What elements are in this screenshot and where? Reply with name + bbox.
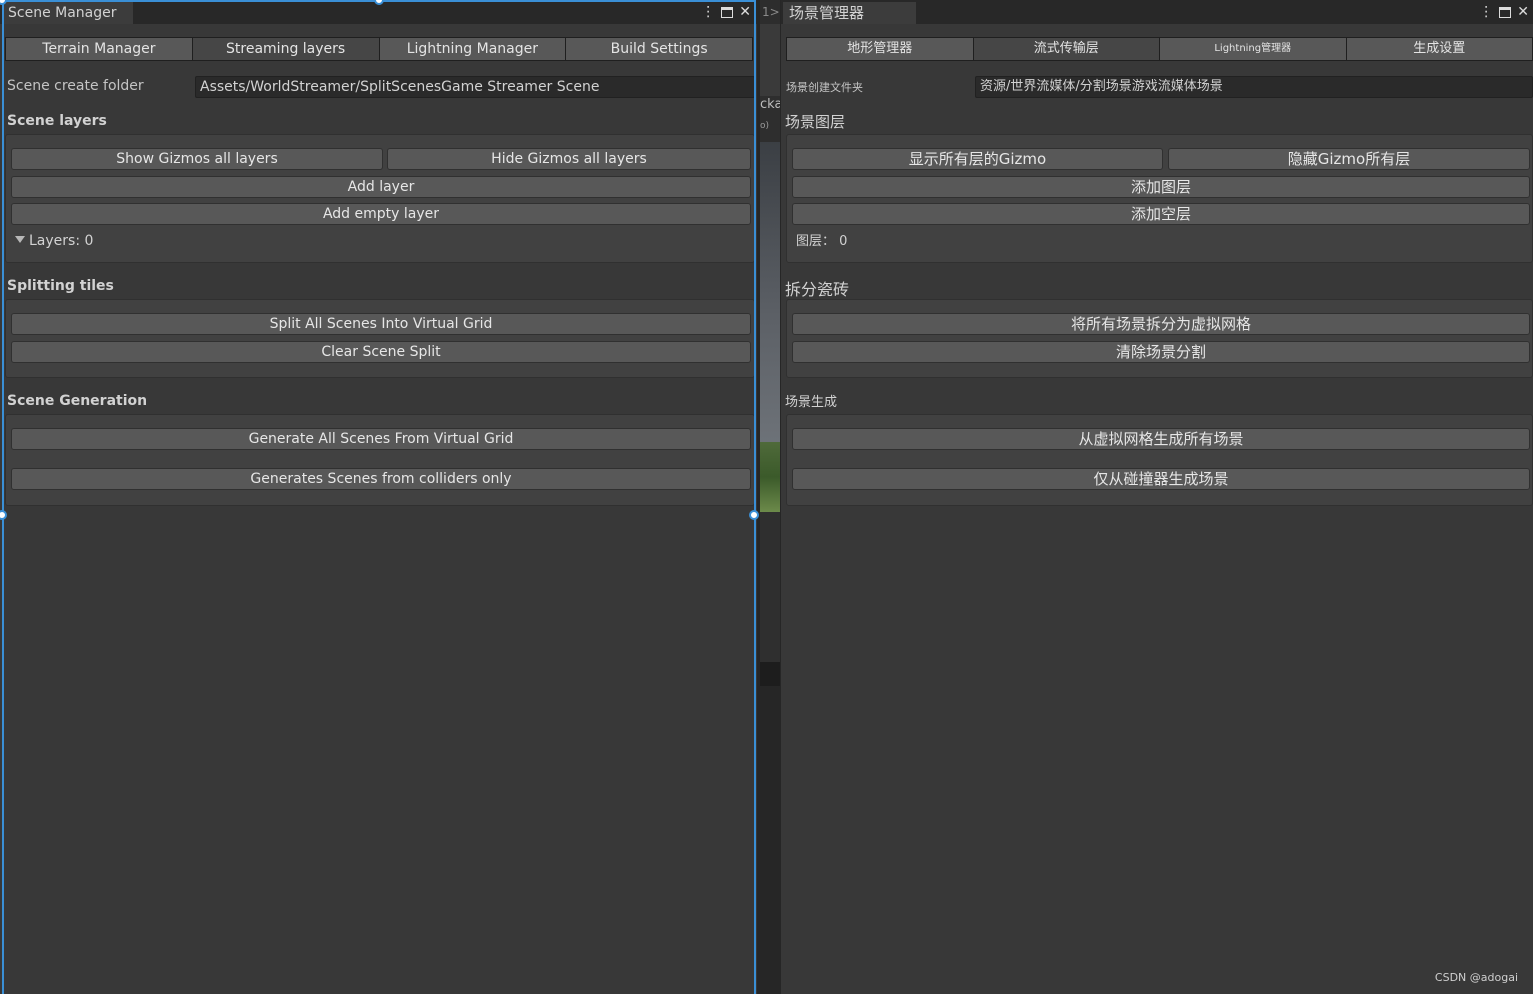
splitting-tiles-box-zh: 将所有场景拆分为虚拟网格 清除场景分割 [786,299,1533,378]
selection-outline-right [754,0,756,994]
split-all-scenes-button-zh[interactable]: 将所有场景拆分为虚拟网格 [792,313,1530,335]
tab-lightning-manager-zh[interactable]: Lightning管理器 [1160,38,1346,60]
kebab-menu-icon[interactable]: ⋮ [701,3,715,21]
divider-scene-ground [760,442,780,512]
scene-layers-title: Scene layers [7,113,107,129]
divider-snippet-a: cka [760,96,780,114]
add-empty-layer-button-zh[interactable]: 添加空层 [792,203,1530,225]
add-layer-button[interactable]: Add layer [11,176,751,198]
close-icon[interactable]: ✕ [1517,3,1529,21]
scene-layers-title-zh: 场景图层 [785,113,846,131]
layers-count-zh[interactable]: 图层： 0 [796,230,847,249]
tab-toolbar-zh: 地形管理器 流式传输层 Lightning管理器 生成设置 [786,37,1533,61]
scene-layers-box: Show Gizmos all layers Hide Gizmos all l… [5,134,755,263]
clear-scene-split-button-zh[interactable]: 清除场景分割 [792,341,1530,363]
show-gizmos-button-zh[interactable]: 显示所有层的Gizmo [792,148,1163,170]
scene-manager-window-en: Scene Manager ⋮ ✕ Terrain Manager Stream… [0,0,757,994]
window-controls-zh: ⋮ ✕ [1479,2,1529,22]
tab-lightning-manager[interactable]: Lightning Manager [379,38,566,60]
generate-from-colliders-button-zh[interactable]: 仅从碰撞器生成场景 [792,468,1530,490]
add-layer-button-zh[interactable]: 添加图层 [792,176,1530,198]
splitting-tiles-title-zh: 拆分瓷砖 [785,280,850,299]
layers-foldout[interactable]: Layers: 0 [15,233,93,249]
tab-toolbar: Terrain Manager Streaming layers Lightni… [5,37,753,61]
window-titlebar-zh: 场景管理器 ⋮ ✕ [781,0,1533,24]
scene-folder-label-zh: 场景创建文件夹 [786,81,863,94]
scene-layers-box-zh: 显示所有层的Gizmo 隐藏Gizmo所有层 添加图层 添加空层 图层： 0 [786,134,1533,263]
scene-generation-box: Generate All Scenes From Virtual Grid Ge… [5,414,755,506]
tab-streaming-layers-zh[interactable]: 流式传输层 [973,38,1159,60]
tab-build-settings[interactable]: Build Settings [566,38,752,60]
foldout-arrow-icon [15,236,25,243]
tab-terrain-manager[interactable]: Terrain Manager [6,38,192,60]
divider-strip-1 [760,24,780,96]
watermark: CSDN @adogai [1434,971,1518,984]
window-title-tab-zh[interactable]: 场景管理器 [783,2,917,24]
divider-strip-2 [760,512,780,662]
kebab-menu-icon[interactable]: ⋮ [1479,3,1493,21]
generate-all-scenes-button-zh[interactable]: 从虚拟网格生成所有场景 [792,428,1530,450]
scene-folder-row-zh: 场景创建文件夹 资源/世界流媒体/分割场景游戏流媒体场景 [781,76,1533,98]
tab-build-settings-zh[interactable]: 生成设置 [1346,38,1532,60]
scene-generation-title-zh: 场景生成 [785,395,838,410]
hide-gizmos-button-zh[interactable]: 隐藏Gizmo所有层 [1168,148,1530,170]
divider-scene-sky [760,142,780,442]
show-gizmos-button[interactable]: Show Gizmos all layers [11,148,383,170]
splitting-tiles-title: Splitting tiles [7,278,114,294]
scene-folder-input[interactable]: Assets/WorldStreamer/SplitScenesGame Str… [195,76,755,98]
selection-outline-left [2,0,4,994]
tab-terrain-manager-zh[interactable]: 地形管理器 [787,38,973,60]
generate-from-colliders-button[interactable]: Generates Scenes from colliders only [11,468,751,490]
layers-count: Layers: 0 [29,233,94,249]
window-divider: 1> cka o) [757,0,781,994]
scene-generation-title: Scene Generation [7,393,148,409]
hide-gizmos-button[interactable]: Hide Gizmos all layers [387,148,751,170]
maximize-icon[interactable] [721,6,734,18]
window-controls: ⋮ ✕ [701,2,751,22]
scene-folder-input-zh[interactable]: 资源/世界流媒体/分割场景游戏流媒体场景 [975,76,1533,98]
maximize-icon[interactable] [1499,6,1512,18]
scene-folder-row: Scene create folder Assets/WorldStreamer… [0,76,757,98]
close-icon[interactable]: ✕ [739,3,751,21]
divider-strip-3 [760,662,780,686]
splitting-tiles-box: Split All Scenes Into Virtual Grid Clear… [5,299,755,378]
add-empty-layer-button[interactable]: Add empty layer [11,203,751,225]
split-all-scenes-button[interactable]: Split All Scenes Into Virtual Grid [11,313,751,335]
divider-snippet-b: o) [760,114,780,142]
tab-streaming-layers[interactable]: Streaming layers [192,38,379,60]
window-title-tab[interactable]: Scene Manager [2,2,133,24]
resize-handle-right[interactable] [749,510,759,520]
divider-strip-4 [760,686,780,994]
divider-tab-hint: 1> [760,0,780,24]
scene-generation-box-zh: 从虚拟网格生成所有场景 仅从碰撞器生成场景 [786,414,1533,506]
scene-manager-window-zh: 场景管理器 ⋮ ✕ 地形管理器 流式传输层 Lightning管理器 生成设置 … [781,0,1533,994]
clear-scene-split-button[interactable]: Clear Scene Split [11,341,751,363]
generate-all-scenes-button[interactable]: Generate All Scenes From Virtual Grid [11,428,751,450]
scene-folder-label: Scene create folder [7,78,144,94]
